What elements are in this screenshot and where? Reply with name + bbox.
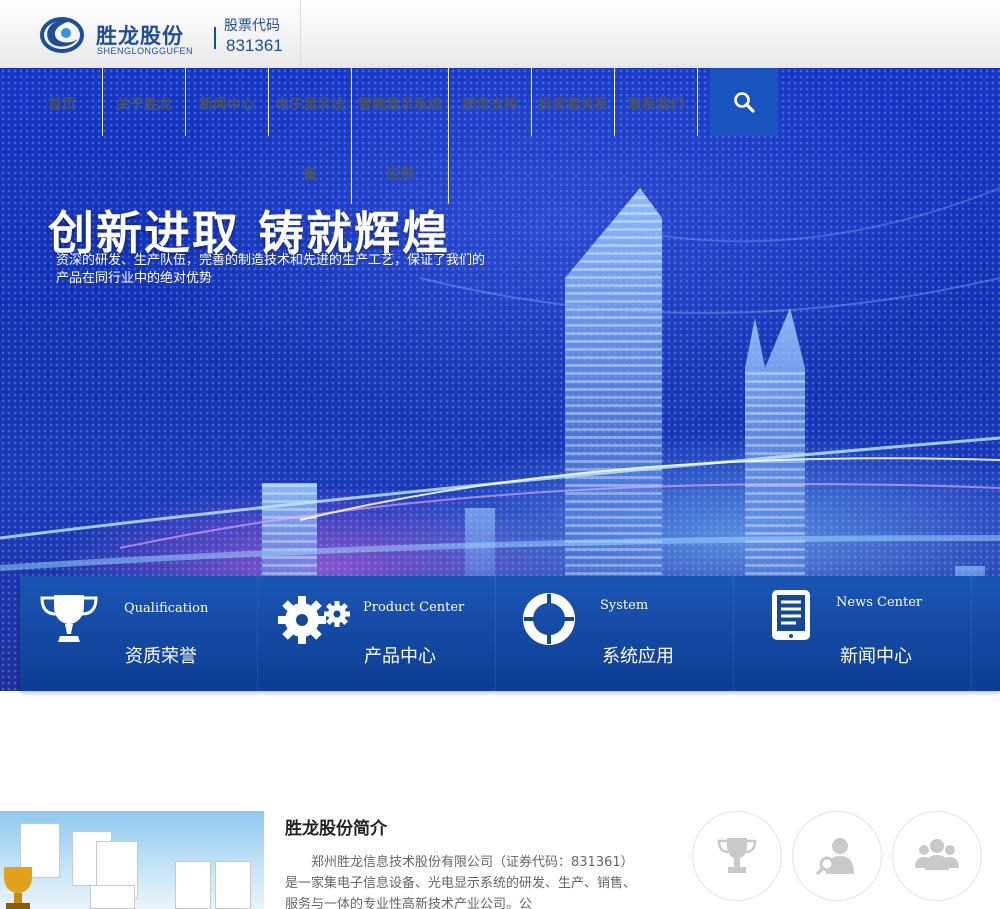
user-search-icon (816, 838, 854, 875)
logo-divider (214, 27, 216, 49)
nav-item-label: 智能显示系统 (358, 97, 442, 113)
nav-item-contact[interactable]: 联系我们 (616, 94, 696, 114)
intro-text: 郑州胜龙信息技术股份有限公司（证券代码：831361）是一家集电子信息设备、光电… (285, 855, 637, 909)
header-divider (300, 0, 301, 68)
nav-separator (614, 68, 615, 136)
lifebuoy-icon (523, 593, 575, 645)
nav-item-about[interactable]: 关于胜龙 (104, 94, 184, 114)
users-icon (915, 839, 959, 870)
nav-item-label-line2: 应用 (386, 167, 414, 183)
main-nav: 首页 关于胜龙 新闻中心 电子显示设 备 智能显示系统 应用 服务支持 投资者关… (0, 68, 1000, 208)
nav-separator (268, 68, 269, 136)
logo-mark-icon (40, 17, 84, 53)
nav-separator (531, 68, 532, 136)
quick-link-chinese: 产品中心 (364, 646, 436, 667)
nav-item-label-line2: 备 (303, 167, 317, 183)
quick-link-english: Qualification (124, 601, 209, 616)
nav-item-label: 联系我们 (628, 97, 684, 113)
certificate-image (215, 861, 251, 909)
intro-title: 胜龙股份简介 (285, 819, 387, 839)
nav-item-label: 首页 (48, 97, 76, 113)
search-button[interactable] (710, 68, 778, 136)
nav-item-label: 新闻中心 (199, 97, 255, 113)
nav-item-label: 关于胜龙 (116, 97, 172, 113)
logo-english-name: SHENGLONGGUFEN (97, 46, 194, 56)
nav-item-investors[interactable]: 投资者关系 (533, 94, 613, 114)
quick-link-english: News Center (836, 595, 923, 610)
logo[interactable]: 胜龙股份 SHENGLONGGUFEN 股票代码 831361 (40, 10, 300, 64)
quick-link-english: Product Center (363, 600, 465, 615)
page: 胜龙股份 SHENGLONGGUFEN 股票代码 831361 首页 关于胜龙 … (0, 0, 1000, 909)
nav-separator (448, 68, 449, 204)
gears-icon (278, 596, 350, 644)
stock-code-label: 股票代码 (224, 18, 280, 34)
certificates-photo[interactable] (0, 811, 264, 909)
quick-link-qualification[interactable]: Qualification 资质荣誉 (20, 576, 258, 691)
banner-subtitle: 资深的研发、生产队伍，完善的制造技术和先进的生产工艺，保证了我们的产品在同行业中… (56, 253, 486, 286)
talent-circle-button[interactable] (792, 811, 882, 901)
nav-item-display-devices[interactable]: 电子显示设 备 (270, 94, 350, 184)
quick-link-system[interactable]: System 系统应用 (496, 576, 734, 691)
site-header: 胜龙股份 SHENGLONGGUFEN 股票代码 831361 (0, 0, 1000, 68)
quick-link-product-center[interactable]: Product Center 产品中心 (258, 576, 496, 691)
quick-link-english: System (600, 598, 649, 613)
nav-item-smart-display-systems[interactable]: 智能显示系统 应用 (352, 94, 448, 184)
team-circle-button[interactable] (892, 811, 982, 901)
stock-code-value: 831361 (226, 36, 283, 55)
quick-link-chinese: 系统应用 (602, 646, 674, 667)
nav-item-label: 服务支持 (462, 97, 518, 113)
certificate-image (90, 885, 135, 909)
quick-link-chinese: 新闻中心 (840, 646, 912, 667)
nav-separator (697, 68, 698, 136)
trophy-icon (717, 838, 757, 873)
nav-item-service[interactable]: 服务支持 (450, 94, 530, 114)
nav-item-news[interactable]: 新闻中心 (187, 94, 267, 114)
nav-separator (102, 68, 103, 136)
quick-links-bar: Qualification 资质荣誉 Product Center 产品中心 S… (20, 576, 1000, 691)
nav-separator (185, 68, 186, 136)
search-icon (734, 92, 755, 113)
quick-link-chinese: 资质荣誉 (125, 646, 197, 667)
nav-item-label: 投资者关系 (538, 97, 608, 113)
nav-item-label: 电子显示设 (275, 97, 345, 113)
nav-item-home[interactable]: 首页 (22, 94, 102, 114)
trophy-icon (40, 595, 98, 642)
gold-trophy-image (4, 867, 32, 909)
tablet-document-icon (772, 590, 810, 640)
certificate-image (175, 861, 211, 909)
quick-link-news-center[interactable]: News Center 新闻中心 (734, 576, 972, 691)
honor-circle-button[interactable] (692, 811, 782, 901)
